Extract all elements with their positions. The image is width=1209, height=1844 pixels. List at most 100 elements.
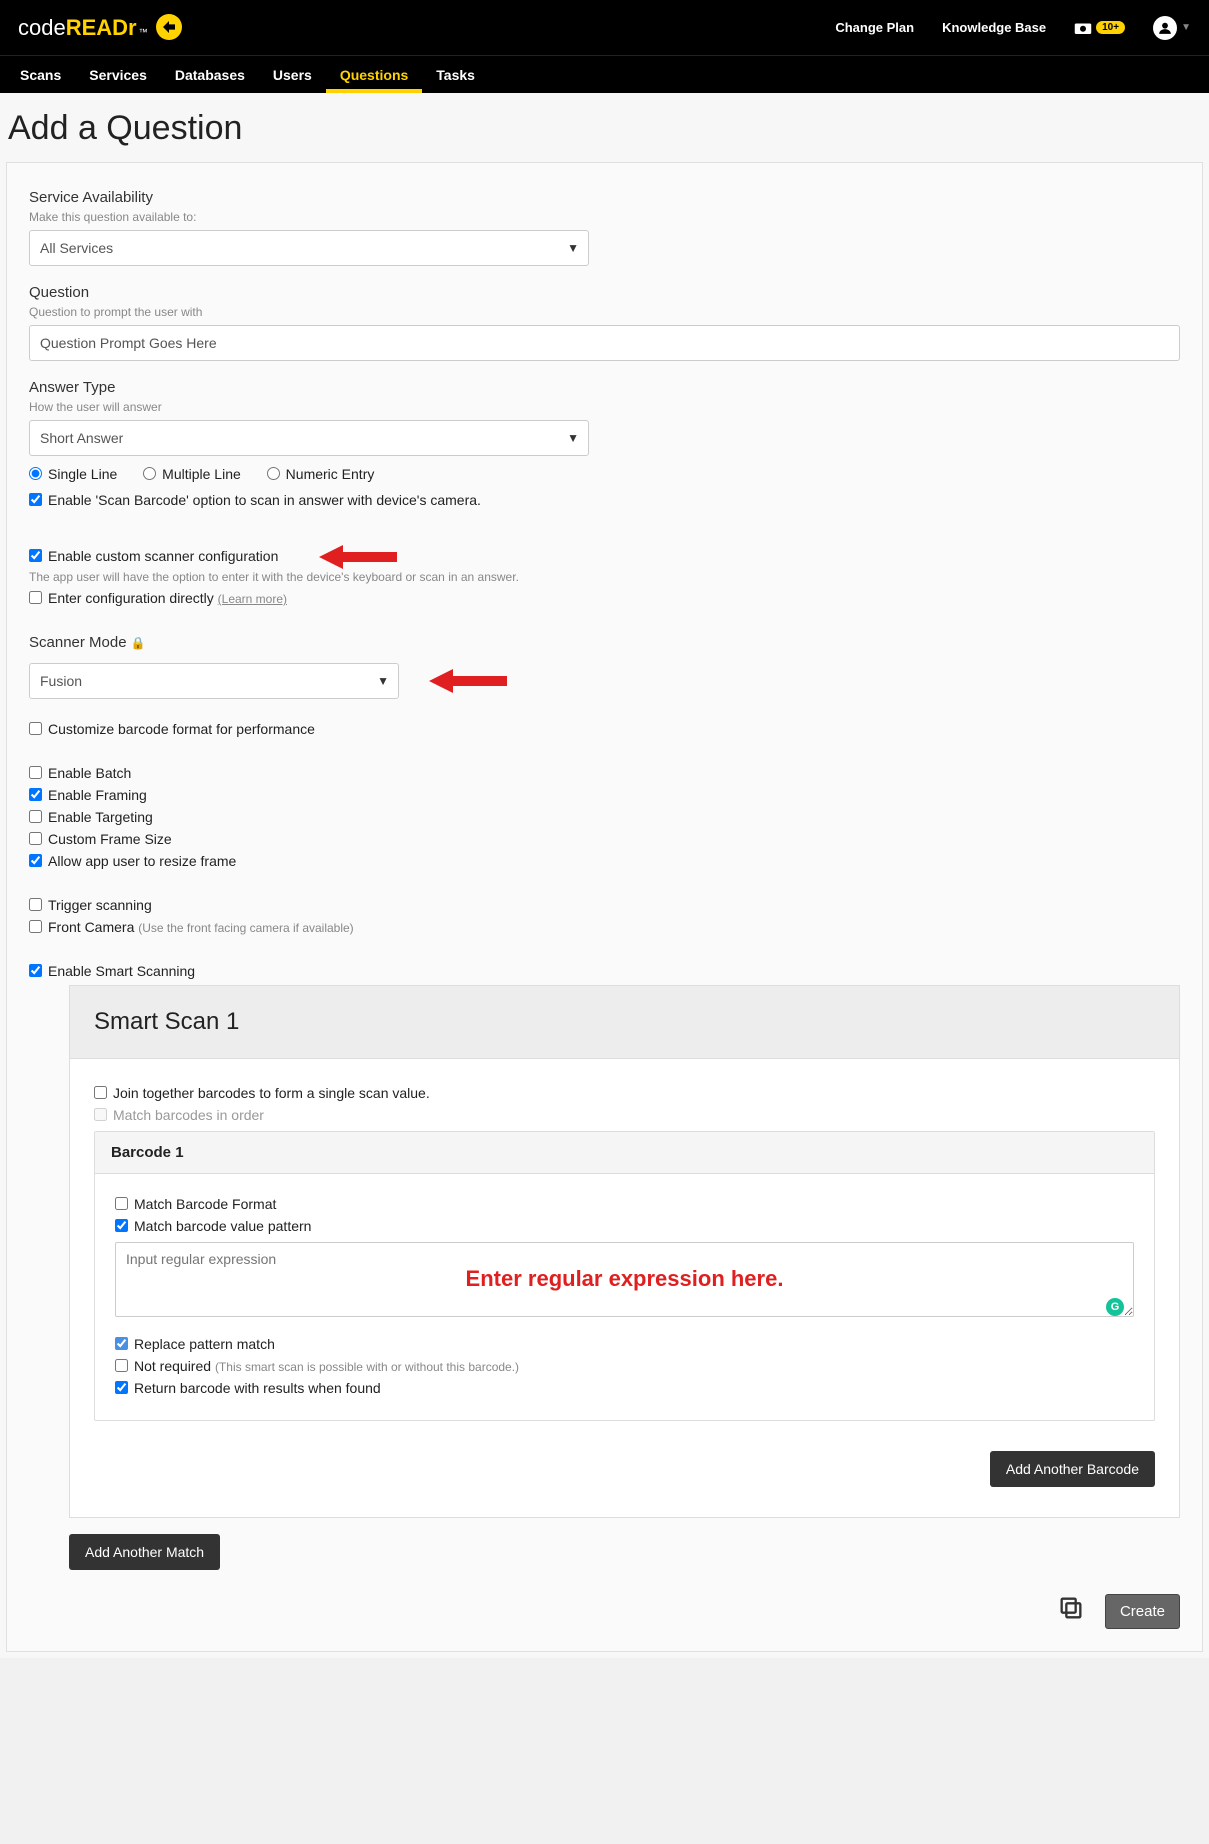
avatar-icon <box>1153 16 1177 40</box>
enter-config-label: Enter configuration directly <box>48 590 214 606</box>
radio-numeric-entry[interactable]: Numeric Entry <box>267 466 375 482</box>
learn-more-link[interactable]: (Learn more) <box>218 592 287 606</box>
change-plan-link[interactable]: Change Plan <box>835 20 914 35</box>
barcode-title: Barcode 1 <box>95 1132 1154 1174</box>
copy-icon[interactable] <box>1057 1594 1085 1629</box>
custom-scanner-label: Enable custom scanner configuration <box>48 548 278 564</box>
scanner-mode-text: Scanner Mode <box>29 634 127 651</box>
scanner-mode-title: Scanner Mode 🔒 <box>29 634 1180 651</box>
match-format-checkbox[interactable]: Match Barcode Format <box>115 1196 276 1212</box>
enable-targeting-checkbox[interactable]: Enable Targeting <box>29 809 153 825</box>
trigger-scanning-label: Trigger scanning <box>48 897 152 913</box>
nav-scans[interactable]: Scans <box>6 57 75 93</box>
scan-barcode-checkbox[interactable]: Enable 'Scan Barcode' option to scan in … <box>29 492 481 508</box>
availability-select[interactable]: All Services <box>29 230 589 266</box>
chevron-down-icon: ▼ <box>567 431 579 445</box>
return-results-label: Return barcode with results when found <box>134 1380 381 1396</box>
question-title: Question <box>29 284 1180 301</box>
answer-type-subtitle: How the user will answer <box>29 400 1180 414</box>
trigger-scanning-checkbox[interactable]: Trigger scanning <box>29 897 152 913</box>
top-bar: codeREADr™ Change Plan Knowledge Base 10… <box>0 0 1209 55</box>
answer-type-title: Answer Type <box>29 379 1180 396</box>
annotation-arrow <box>319 542 399 572</box>
nav-users[interactable]: Users <box>259 57 326 93</box>
annotation-arrow <box>429 666 509 696</box>
lock-icon: 🔒 <box>131 636 146 650</box>
chevron-down-icon: ▼ <box>567 241 579 255</box>
enable-framing-label: Enable Framing <box>48 787 147 803</box>
radio-single-line[interactable]: Single Line <box>29 466 117 482</box>
radio-single-label: Single Line <box>48 466 117 482</box>
logo-tm: ™ <box>139 27 148 37</box>
enable-smart-label: Enable Smart Scanning <box>48 963 195 979</box>
top-right-menu: Change Plan Knowledge Base 10+ ▼ <box>835 16 1191 40</box>
barcode-box: Barcode 1 Match Barcode Format Match bar… <box>94 1131 1155 1421</box>
smart-scan-card: Smart Scan 1 Join together barcodes to f… <box>69 985 1180 1518</box>
custom-frame-size-label: Custom Frame Size <box>48 831 172 847</box>
knowledge-base-link[interactable]: Knowledge Base <box>942 20 1046 35</box>
replace-pattern-label: Replace pattern match <box>134 1336 275 1352</box>
custom-frame-size-checkbox[interactable]: Custom Frame Size <box>29 831 172 847</box>
account-menu[interactable]: ▼ <box>1153 16 1191 40</box>
availability-title: Service Availability <box>29 189 1180 206</box>
replace-pattern-checkbox[interactable]: Replace pattern match <box>115 1336 275 1352</box>
join-barcodes-label: Join together barcodes to form a single … <box>113 1085 430 1101</box>
enter-config-checkbox[interactable]: Enter configuration directly (Learn more… <box>29 590 287 606</box>
not-required-label: Not required <box>134 1358 211 1374</box>
match-pattern-label: Match barcode value pattern <box>134 1218 311 1234</box>
custom-scanner-checkbox[interactable]: Enable custom scanner configuration <box>29 548 278 564</box>
logo: codeREADr™ <box>18 14 182 41</box>
match-order-label: Match barcodes in order <box>113 1107 264 1123</box>
customize-format-checkbox[interactable]: Customize barcode format for performance <box>29 721 315 737</box>
customize-format-label: Customize barcode format for performance <box>48 721 315 737</box>
question-subtitle: Question to prompt the user with <box>29 305 1180 319</box>
front-camera-hint: (Use the front facing camera if availabl… <box>138 921 353 935</box>
nav-questions[interactable]: Questions <box>326 57 422 93</box>
logo-text-code: code <box>18 15 66 41</box>
nav-tasks[interactable]: Tasks <box>422 57 489 93</box>
radio-multiple-line[interactable]: Multiple Line <box>143 466 241 482</box>
availability-subtitle: Make this question available to: <box>29 210 1180 224</box>
create-button[interactable]: Create <box>1105 1594 1180 1629</box>
match-pattern-checkbox[interactable]: Match barcode value pattern <box>115 1218 311 1234</box>
add-match-button[interactable]: Add Another Match <box>69 1534 220 1570</box>
chevron-down-icon: ▼ <box>1181 22 1191 33</box>
radio-numeric-label: Numeric Entry <box>286 466 375 482</box>
return-results-checkbox[interactable]: Return barcode with results when found <box>115 1380 381 1396</box>
allow-resize-checkbox[interactable]: Allow app user to resize frame <box>29 853 236 869</box>
answer-type-select[interactable]: Short Answer <box>29 420 589 456</box>
add-barcode-button[interactable]: Add Another Barcode <box>990 1451 1155 1487</box>
not-required-checkbox[interactable]: Not required (This smart scan is possibl… <box>115 1358 519 1374</box>
not-required-hint: (This smart scan is possible with or wit… <box>215 1360 519 1374</box>
camera-icon <box>1074 21 1092 35</box>
grammarly-icon: G <box>1106 1298 1124 1316</box>
main-nav: Scans Services Databases Users Questions… <box>0 55 1209 93</box>
enable-targeting-label: Enable Targeting <box>48 809 153 825</box>
question-input[interactable] <box>29 325 1180 361</box>
nav-services[interactable]: Services <box>75 57 161 93</box>
enable-smart-checkbox[interactable]: Enable Smart Scanning <box>29 963 195 979</box>
enable-batch-label: Enable Batch <box>48 765 131 781</box>
match-format-label: Match Barcode Format <box>134 1196 276 1212</box>
scanner-mode-select[interactable]: Fusion <box>29 663 399 699</box>
logo-icon <box>156 14 182 40</box>
enable-batch-checkbox[interactable]: Enable Batch <box>29 765 131 781</box>
chevron-down-icon: ▼ <box>377 674 389 688</box>
regex-input[interactable] <box>115 1242 1134 1317</box>
radio-multiple-label: Multiple Line <box>162 466 241 482</box>
nav-databases[interactable]: Databases <box>161 57 259 93</box>
match-order-checkbox[interactable]: Match barcodes in order <box>94 1107 264 1123</box>
allow-resize-label: Allow app user to resize frame <box>48 853 236 869</box>
notifications-button[interactable]: 10+ <box>1074 21 1125 35</box>
smart-scan-title: Smart Scan 1 <box>70 986 1179 1059</box>
front-camera-label: Front Camera <box>48 919 134 935</box>
logo-text-readr: READr <box>66 15 137 41</box>
enable-framing-checkbox[interactable]: Enable Framing <box>29 787 147 803</box>
front-camera-checkbox[interactable]: Front Camera (Use the front facing camer… <box>29 919 354 935</box>
form-card: Service Availability Make this question … <box>6 162 1203 1652</box>
notification-badge: 10+ <box>1096 21 1125 34</box>
custom-scanner-hint: The app user will have the option to ent… <box>29 570 1180 584</box>
scan-barcode-label: Enable 'Scan Barcode' option to scan in … <box>48 492 481 508</box>
page: Add a Question Service Availability Make… <box>0 93 1209 1658</box>
join-barcodes-checkbox[interactable]: Join together barcodes to form a single … <box>94 1085 430 1101</box>
